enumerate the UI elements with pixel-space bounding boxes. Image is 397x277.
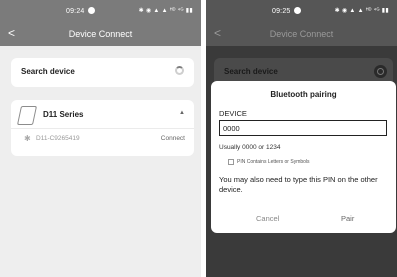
pairing-note: You may also need to type this PIN on th…	[219, 175, 378, 194]
page-title: Device Connect	[269, 29, 334, 39]
connect-button[interactable]: Connect	[161, 135, 185, 142]
status-bar: 09:25 ✱ ◉ ▲ ▲ ᴴᴰ ⁴ᴳ ▮▮	[206, 0, 397, 22]
alarm-icon	[87, 7, 95, 14]
device-name: D11-C9265419	[36, 135, 80, 142]
search-device-label: Search device	[224, 67, 278, 76]
pin-letters-checkbox-label[interactable]: PIN Contains Letters or Symbols	[237, 159, 310, 165]
status-icons: ✱ ◉ ▲ ▲ ᴴᴰ ⁴ᴳ ▮▮	[138, 8, 193, 14]
loading-spinner-icon	[175, 66, 184, 75]
pair-button[interactable]: Pair	[341, 214, 354, 223]
device-series-card: D11 Series ▲ ✱ D11-C9265419 Connect	[11, 100, 194, 156]
status-bar: 09:24 ✱ ◉ ▲ ▲ ᴴᴰ ⁴ᴳ ▮▮	[0, 0, 201, 22]
search-device-card[interactable]: Search device	[11, 58, 194, 87]
bluetooth-pairing-screen: 09:25 ✱ ◉ ▲ ▲ ᴴᴰ ⁴ᴳ ▮▮ < Device Connect …	[206, 0, 397, 277]
bluetooth-pairing-dialog: Bluetooth pairing DEVICE Usually 0000 or…	[211, 81, 396, 233]
header-bar: 09:24 ✱ ◉ ▲ ▲ ᴴᴰ ⁴ᴳ ▮▮ < Device Connect	[0, 0, 201, 46]
pin-input[interactable]	[219, 120, 387, 136]
pin-letters-checkbox[interactable]	[228, 159, 234, 165]
search-icon[interactable]	[374, 65, 387, 78]
device-connect-screen: 09:24 ✱ ◉ ▲ ▲ ᴴᴰ ⁴ᴳ ▮▮ < Device Connect …	[0, 0, 201, 277]
status-time: 09:25	[272, 7, 301, 15]
collapse-caret-icon[interactable]: ▲	[179, 110, 185, 116]
status-time-text: 09:24	[66, 8, 85, 15]
alarm-icon	[293, 7, 301, 14]
status-time-text: 09:25	[272, 8, 291, 15]
dialog-title: Bluetooth pairing	[270, 90, 337, 99]
divider	[11, 128, 194, 129]
device-icon	[16, 106, 38, 125]
device-label: DEVICE	[219, 109, 247, 118]
series-name: D11 Series	[43, 110, 84, 119]
page-title: Device Connect	[68, 29, 133, 39]
pin-hint: Usually 0000 or 1234	[219, 144, 281, 151]
header-bar: 09:25 ✱ ◉ ▲ ▲ ᴴᴰ ⁴ᴳ ▮▮ < Device Connect	[206, 0, 397, 46]
search-device-label: Search device	[21, 67, 75, 76]
status-time: 09:24	[66, 7, 95, 15]
bluetooth-icon: ✱	[24, 134, 31, 143]
cancel-button[interactable]: Cancel	[256, 214, 279, 223]
status-icons: ✱ ◉ ▲ ▲ ᴴᴰ ⁴ᴳ ▮▮	[334, 8, 389, 14]
